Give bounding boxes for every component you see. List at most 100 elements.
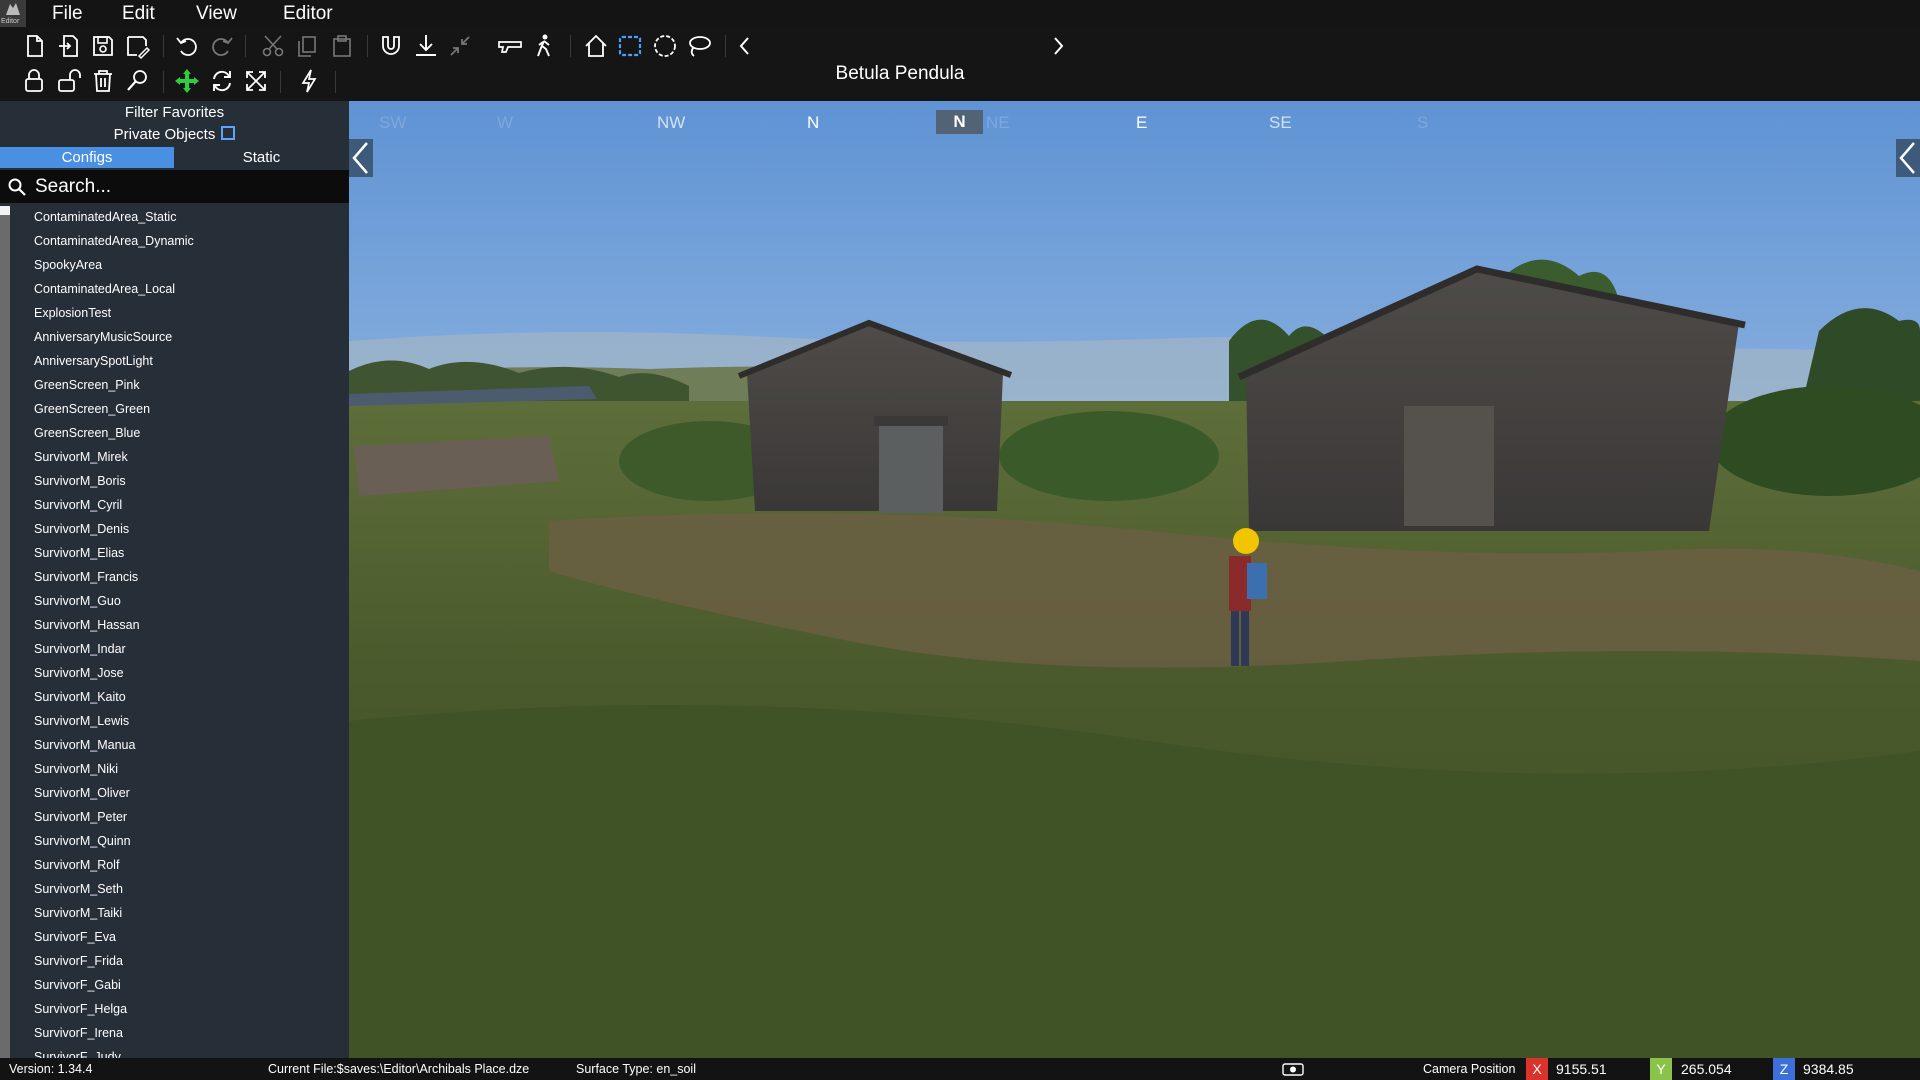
list-item[interactable]: SurvivorF_Irena bbox=[34, 1026, 123, 1040]
circle-select-icon[interactable] bbox=[651, 32, 679, 60]
list-item[interactable]: SurvivorM_Denis bbox=[34, 522, 129, 536]
menu-view[interactable]: View bbox=[196, 3, 237, 25]
magnet-icon[interactable] bbox=[377, 32, 405, 60]
camera-z-badge: Z bbox=[1773, 1058, 1795, 1080]
list-item[interactable]: ExplosionTest bbox=[34, 306, 111, 320]
list-item[interactable]: AnniversaryMusicSource bbox=[34, 330, 172, 344]
private-objects-checkbox[interactable] bbox=[221, 126, 236, 140]
version-text: Version: 1.34.4 bbox=[9, 1062, 93, 1076]
scene-render bbox=[349, 101, 1920, 1058]
list-item[interactable]: GreenScreen_Blue bbox=[34, 426, 140, 440]
copy-icon[interactable] bbox=[293, 32, 321, 60]
move-tool-icon[interactable] bbox=[173, 67, 201, 95]
list-item[interactable]: SurvivorM_Quinn bbox=[34, 834, 131, 848]
toolbar-divider bbox=[725, 35, 726, 57]
collapse-right-panel-icon[interactable] bbox=[1896, 139, 1920, 177]
camera-x-value: 9155.51 bbox=[1556, 1061, 1607, 1077]
list-item[interactable]: ContaminatedArea_Local bbox=[34, 282, 175, 296]
list-item[interactable]: SurvivorM_Francis bbox=[34, 570, 138, 584]
list-item[interactable]: SurvivorM_Boris bbox=[34, 474, 126, 488]
list-item[interactable]: GreenScreen_Green bbox=[34, 402, 150, 416]
list-item[interactable]: SurvivorM_Rolf bbox=[34, 858, 119, 872]
app-logo-icon bbox=[6, 3, 20, 15]
list-item[interactable]: SurvivorM_Lewis bbox=[34, 714, 129, 728]
lasso-select-icon[interactable] bbox=[685, 32, 713, 60]
search-box bbox=[0, 170, 349, 203]
home-icon[interactable] bbox=[582, 32, 610, 60]
list-item[interactable]: ContaminatedArea_Dynamic bbox=[34, 234, 194, 248]
toolbar-divider bbox=[163, 35, 164, 57]
compass-label-se: SE bbox=[1269, 113, 1292, 132]
tab-static[interactable]: Static bbox=[174, 147, 349, 168]
private-objects-row[interactable]: Private Objects bbox=[0, 126, 349, 143]
collapse-left-panel-icon[interactable] bbox=[349, 139, 373, 177]
rotate-tool-icon[interactable] bbox=[208, 67, 236, 95]
camera-position-label: Camera Position bbox=[1423, 1062, 1516, 1076]
list-item[interactable]: SurvivorM_Guo bbox=[34, 594, 121, 608]
menu-editor[interactable]: Editor bbox=[283, 3, 333, 25]
list-item[interactable]: SurvivorM_Manua bbox=[34, 738, 135, 752]
surface-type-text: Surface Type: en_soil bbox=[576, 1062, 696, 1076]
box-select-icon[interactable] bbox=[616, 32, 644, 60]
list-item[interactable]: SurvivorM_Niki bbox=[34, 762, 118, 776]
compass-label-e: E bbox=[1136, 113, 1148, 132]
compass-current-heading: N bbox=[936, 110, 983, 134]
compass-label-w: W bbox=[497, 113, 514, 132]
list-item[interactable]: SurvivorM_Indar bbox=[34, 642, 126, 656]
trash-icon[interactable] bbox=[89, 67, 117, 95]
list-item[interactable]: SurvivorM_Seth bbox=[34, 882, 123, 896]
compass-label-ne: NE bbox=[986, 113, 1010, 132]
compass-label-s: S bbox=[1417, 113, 1429, 132]
gun-icon[interactable] bbox=[496, 32, 524, 60]
3d-viewport[interactable]: SW W NW N NE E SE S N bbox=[349, 101, 1920, 1058]
list-item[interactable]: SurvivorF_Judy bbox=[34, 1050, 121, 1058]
list-item[interactable]: SurvivorF_Eva bbox=[34, 930, 116, 944]
prev-preset-icon[interactable] bbox=[731, 32, 759, 60]
cut-icon[interactable] bbox=[259, 32, 287, 60]
list-item[interactable]: SurvivorF_Helga bbox=[34, 1002, 127, 1016]
menu-edit[interactable]: Edit bbox=[122, 3, 155, 25]
list-item[interactable]: SurvivorM_Mirek bbox=[34, 450, 128, 464]
filter-favorites-toggle[interactable]: Filter Favorites bbox=[0, 104, 349, 121]
list-item[interactable]: SpookyArea bbox=[34, 258, 102, 272]
toolbar-divider bbox=[163, 71, 164, 93]
collapse-icon[interactable] bbox=[446, 32, 474, 60]
lightning-icon[interactable] bbox=[295, 67, 323, 95]
menu-file[interactable]: File bbox=[52, 3, 83, 25]
scale-tool-icon[interactable] bbox=[242, 67, 270, 95]
list-item[interactable]: ContaminatedArea_Static bbox=[34, 210, 176, 224]
tab-configs[interactable]: Configs bbox=[0, 147, 174, 168]
screenshot-icon[interactable] bbox=[1282, 1062, 1304, 1076]
search-input[interactable] bbox=[33, 173, 337, 201]
list-item[interactable]: SurvivorF_Gabi bbox=[34, 978, 121, 992]
list-item[interactable]: SurvivorM_Cyril bbox=[34, 498, 122, 512]
toolbar: Betula Pendula bbox=[0, 27, 1920, 101]
list-item[interactable]: SurvivorM_Peter bbox=[34, 810, 127, 824]
list-item[interactable]: SurvivorF_Frida bbox=[34, 954, 123, 968]
save-icon[interactable] bbox=[89, 32, 117, 60]
list-item[interactable]: SurvivorM_Elias bbox=[34, 546, 124, 560]
list-item[interactable]: SurvivorM_Oliver bbox=[34, 786, 130, 800]
toolbar-divider bbox=[245, 35, 246, 57]
list-item[interactable]: SurvivorM_Taiki bbox=[34, 906, 122, 920]
next-preset-icon[interactable] bbox=[1044, 32, 1072, 60]
compass-label-sw: SW bbox=[379, 113, 407, 132]
list-item[interactable]: SurvivorM_Kaito bbox=[34, 690, 126, 704]
unlock-icon[interactable] bbox=[55, 67, 83, 95]
list-item[interactable]: AnniversarySpotLight bbox=[34, 354, 153, 368]
preset-name: Betula Pendula bbox=[835, 63, 965, 84]
camera-y-value: 265.054 bbox=[1681, 1061, 1732, 1077]
redo-icon[interactable] bbox=[208, 32, 236, 60]
import-file-icon[interactable] bbox=[55, 32, 83, 60]
walk-icon[interactable] bbox=[530, 32, 558, 60]
undo-icon[interactable] bbox=[173, 32, 201, 60]
list-item[interactable]: SurvivorM_Hassan bbox=[34, 618, 140, 632]
save-as-icon[interactable] bbox=[123, 32, 151, 60]
ground-snap-icon[interactable] bbox=[412, 32, 440, 60]
lock-icon[interactable] bbox=[20, 67, 48, 95]
list-item[interactable]: SurvivorM_Jose bbox=[34, 666, 124, 680]
paste-icon[interactable] bbox=[328, 32, 356, 60]
list-item[interactable]: GreenScreen_Pink bbox=[34, 378, 140, 392]
inspect-icon[interactable] bbox=[123, 67, 151, 95]
new-file-icon[interactable] bbox=[20, 32, 48, 60]
